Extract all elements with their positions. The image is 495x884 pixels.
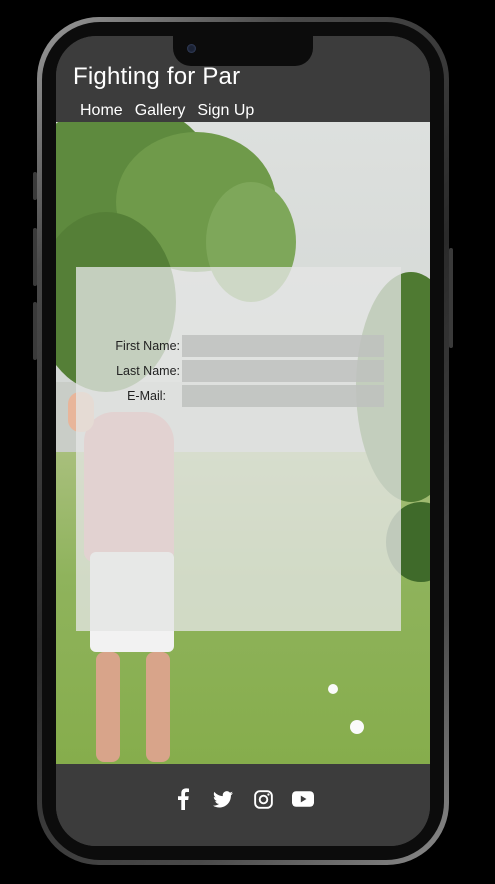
- golf-ball: [328, 684, 338, 694]
- hero-background: First Name: Last Name: E-Mail:: [56, 122, 430, 764]
- email-label: E-Mail:: [127, 389, 166, 403]
- front-camera: [187, 44, 196, 53]
- last-name-label: Last Name:: [116, 364, 180, 378]
- golfer-leg: [146, 652, 170, 762]
- golfer-leg: [96, 652, 120, 762]
- last-name-input[interactable]: [182, 360, 384, 382]
- nav-gallery-link[interactable]: Gallery: [135, 102, 186, 120]
- facebook-icon[interactable]: [172, 788, 194, 810]
- nav-signup-link[interactable]: Sign Up: [197, 102, 254, 120]
- golf-ball: [350, 720, 364, 734]
- phone-screen: Fighting for Par Home Gallery Sign Up Fi…: [56, 36, 430, 846]
- power-button: [449, 248, 453, 348]
- signup-form: First Name: Last Name: E-Mail:: [76, 267, 401, 631]
- site-footer: [56, 764, 430, 846]
- volume-down-button: [33, 302, 37, 360]
- mute-switch: [33, 172, 37, 200]
- instagram-icon[interactable]: [252, 788, 274, 810]
- email-row: E-Mail:: [76, 385, 401, 407]
- nav-home-link[interactable]: Home: [80, 102, 123, 120]
- twitter-icon[interactable]: [212, 788, 234, 810]
- email-input[interactable]: [182, 385, 384, 407]
- first-name-label: First Name:: [115, 339, 180, 353]
- notch: [173, 36, 313, 66]
- main-nav: Home Gallery Sign Up: [80, 102, 254, 120]
- last-name-row: Last Name:: [76, 360, 401, 382]
- phone-mockup-stage: Fighting for Par Home Gallery Sign Up Fi…: [0, 0, 495, 884]
- youtube-icon[interactable]: [292, 788, 314, 810]
- first-name-input[interactable]: [182, 335, 384, 357]
- volume-up-button: [33, 228, 37, 286]
- site-title: Fighting for Par: [73, 63, 241, 90]
- social-links: [56, 788, 430, 810]
- first-name-row: First Name:: [76, 335, 401, 357]
